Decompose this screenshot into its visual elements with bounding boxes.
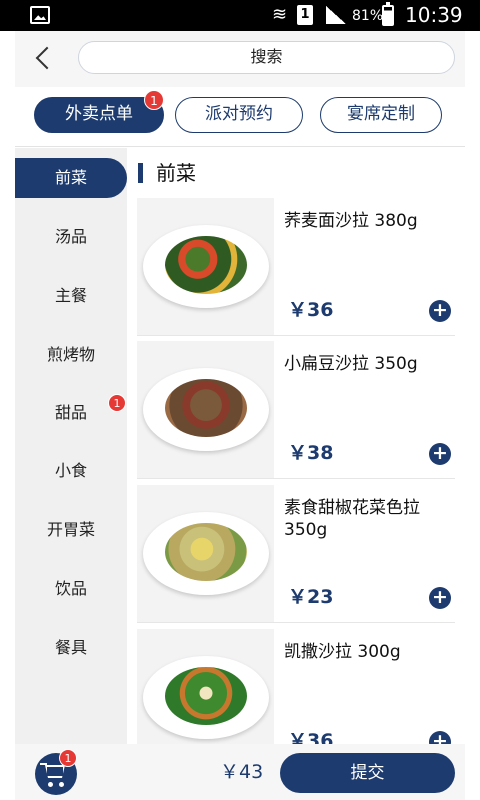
section-title: 前菜	[138, 160, 196, 186]
dish-list: 前菜 荞麦面沙拉 380g ￥36 + 小扁豆沙拉 350g ￥38 + 素食甜…	[127, 148, 465, 744]
bottom-bar: 1 ￥43 提交	[15, 744, 465, 800]
battery-icon	[382, 2, 394, 26]
category-grilled[interactable]: 煎烤物	[15, 335, 127, 375]
dish-image	[137, 198, 274, 335]
category-snacks[interactable]: 小食	[15, 451, 127, 491]
dish-name: 素食甜椒花菜色拉 350g	[284, 498, 420, 540]
status-bar: ≋ 1 81% 10:39	[0, 0, 480, 31]
submit-button[interactable]: 提交	[280, 753, 455, 793]
dish-price: ￥36	[288, 299, 334, 321]
tab-takeout-badge: 1	[144, 90, 164, 110]
dish-image	[137, 485, 274, 622]
sim-slot-indicator: 1	[297, 5, 313, 25]
cart-badge: 1	[59, 749, 77, 767]
category-soups[interactable]: 汤品	[15, 217, 127, 257]
dish-item[interactable]: 凯撒沙拉 300g ￥36 +	[137, 629, 455, 744]
back-button[interactable]	[31, 45, 57, 71]
dish-price: ￥23	[288, 586, 334, 608]
category-sidebar: 前菜 汤品 主餐 煎烤物 甜品 1 小食 开胃菜 饮品 餐具	[15, 148, 127, 744]
category-desserts-badge: 1	[108, 394, 126, 412]
add-to-cart-button[interactable]: +	[429, 587, 451, 609]
dish-image	[137, 629, 274, 744]
add-to-cart-button[interactable]: +	[429, 731, 451, 744]
tab-party-booking[interactable]: 派对预约	[175, 97, 303, 133]
gallery-notification-icon	[30, 6, 50, 24]
wifi-icon: ≋	[272, 4, 288, 25]
dish-name: 凯撒沙拉 300g	[284, 642, 401, 662]
dish-item[interactable]: 荞麦面沙拉 380g ￥36 +	[137, 198, 455, 336]
cart-icon	[40, 763, 47, 765]
battery-percent: 81%	[352, 8, 384, 24]
dish-item[interactable]: 小扁豆沙拉 350g ￥38 +	[137, 341, 455, 479]
dish-name: 小扁豆沙拉 350g	[284, 354, 418, 374]
category-appetizers[interactable]: 前菜	[15, 158, 127, 198]
dish-price: ￥36	[288, 730, 334, 744]
dish-name: 荞麦面沙拉 380g	[284, 211, 418, 231]
add-to-cart-button[interactable]: +	[429, 443, 451, 465]
search-box[interactable]: 搜索	[78, 41, 455, 74]
category-mains[interactable]: 主餐	[15, 276, 127, 316]
dish-price: ￥38	[288, 442, 334, 464]
order-total: ￥43	[220, 761, 264, 783]
category-drinks[interactable]: 饮品	[15, 569, 127, 609]
clock: 10:39	[405, 3, 463, 27]
top-bar: 搜索	[15, 31, 465, 87]
add-to-cart-button[interactable]: +	[429, 300, 451, 322]
dish-item[interactable]: 素食甜椒花菜色拉 350g ￥23 +	[137, 485, 455, 623]
category-starters[interactable]: 开胃菜	[15, 510, 127, 550]
signal-icon	[326, 6, 346, 24]
category-tableware[interactable]: 餐具	[15, 628, 127, 668]
order-type-tabs: 外卖点单 1 派对预约 宴席定制	[15, 87, 465, 147]
dish-image	[137, 341, 274, 478]
tab-banquet-custom[interactable]: 宴席定制	[320, 97, 442, 133]
